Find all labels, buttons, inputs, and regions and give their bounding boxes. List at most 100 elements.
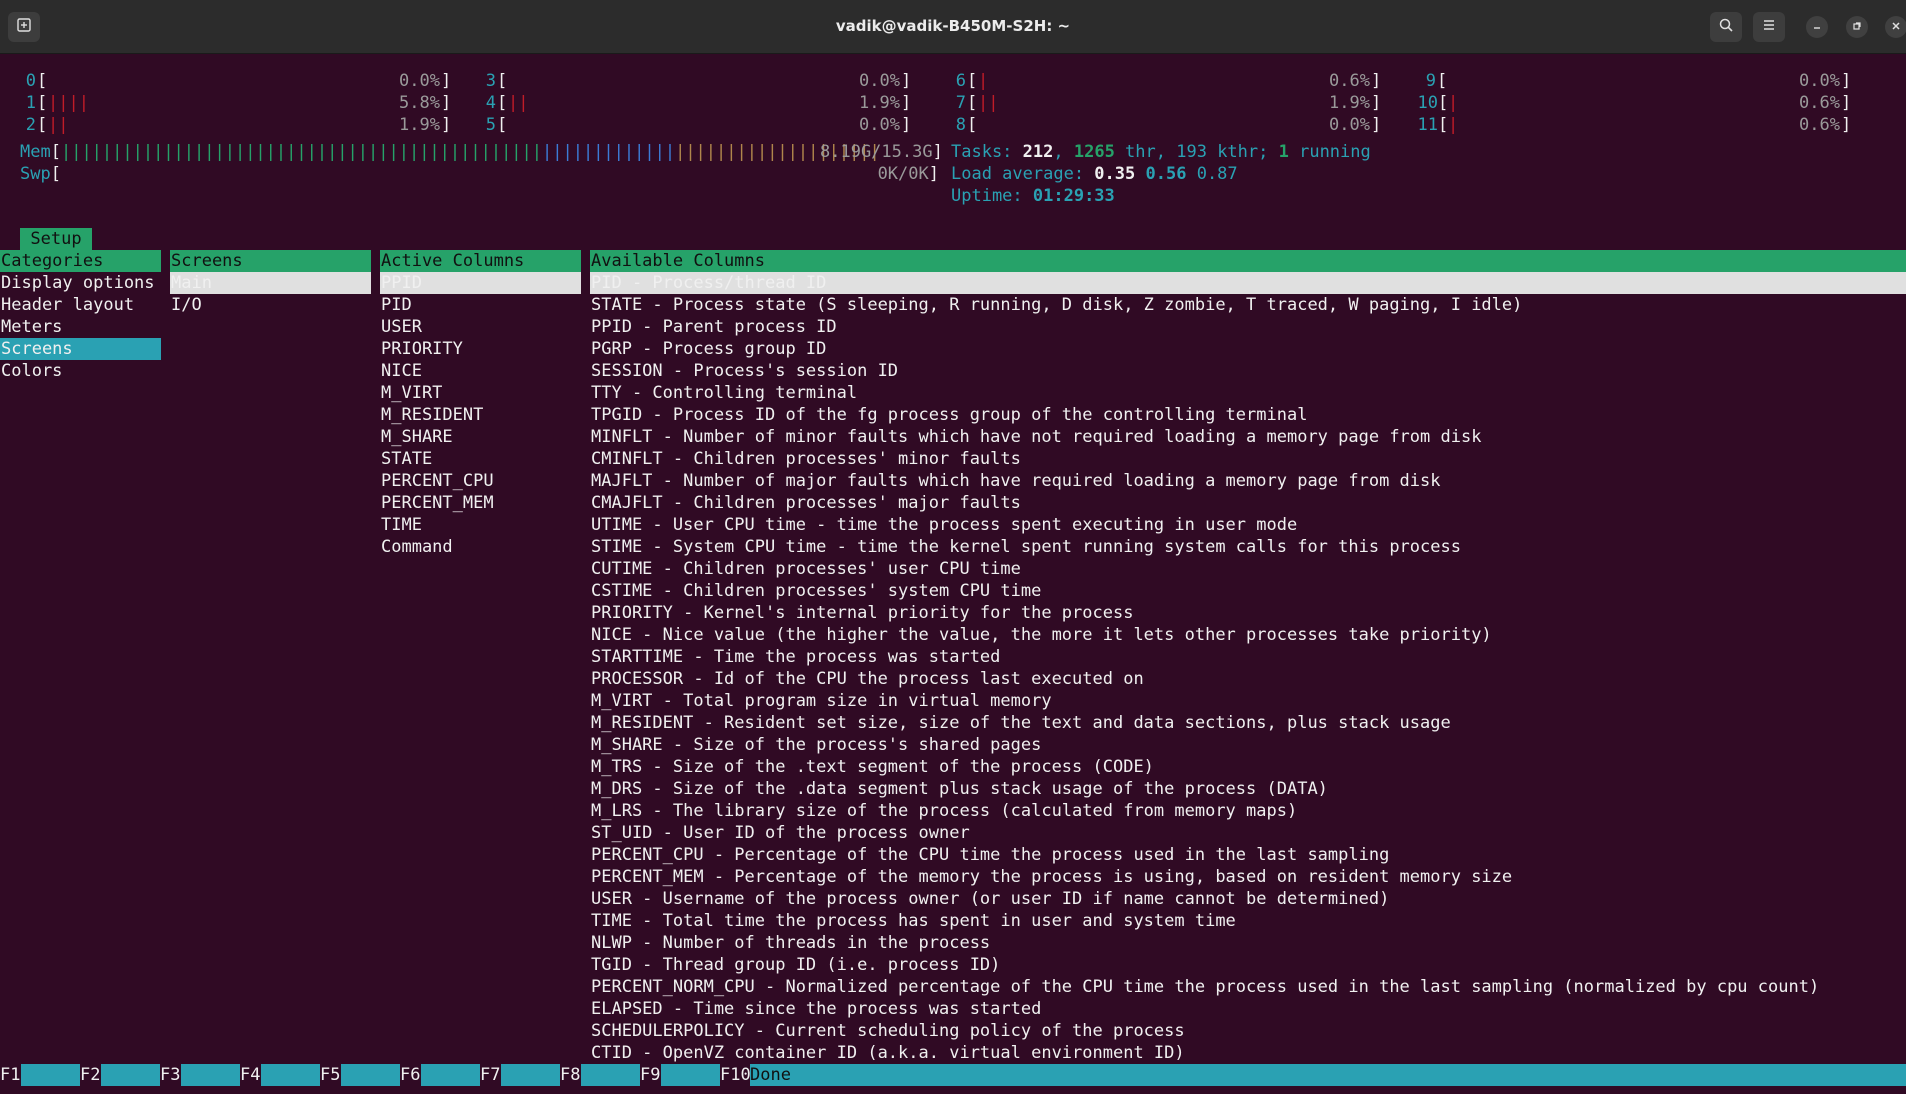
cpu-10-percent: 0.6% <box>1799 93 1840 113</box>
cpu-7-label: 7 <box>955 93 966 113</box>
active-column-item[interactable]: STATE <box>380 448 581 470</box>
fkey-f2-button[interactable] <box>101 1064 160 1086</box>
minimize-button[interactable] <box>1806 16 1828 38</box>
fkey-f6-button[interactable] <box>421 1064 480 1086</box>
available-column-item[interactable]: PERCENT_MEM - Percentage of the memory t… <box>590 866 1906 888</box>
active-column-item[interactable]: PERCENT_MEM <box>380 492 581 514</box>
active-column-item[interactable]: PRIORITY <box>380 338 581 360</box>
category-item[interactable]: Meters <box>0 316 161 338</box>
available-columns-header: Available Columns <box>590 250 1906 272</box>
active-columns-header: Active Columns <box>380 250 581 272</box>
available-column-item[interactable]: PERCENT_NORM_CPU - Normalized percentage… <box>590 976 1906 998</box>
available-column-item[interactable]: NLWP - Number of threads in the process <box>590 932 1906 954</box>
active-column-item[interactable]: TIME <box>380 514 581 536</box>
available-column-item[interactable]: SCHEDULERPOLICY - Current scheduling pol… <box>590 1020 1906 1042</box>
search-button[interactable] <box>1710 12 1742 42</box>
swap-value: 0K/0K <box>877 164 929 184</box>
available-column-item[interactable]: MINFLT - Number of minor faults which ha… <box>590 426 1906 448</box>
menu-button[interactable] <box>1753 12 1785 42</box>
available-column-item[interactable]: PROCESSOR - Id of the CPU the process la… <box>590 668 1906 690</box>
fkey-f9-key: F9 <box>640 1065 661 1085</box>
category-item[interactable]: Display options <box>0 272 161 294</box>
fkey-f1-button[interactable] <box>21 1064 80 1086</box>
active-column-item[interactable]: M_RESIDENT <box>380 404 581 426</box>
available-column-item[interactable]: M_RESIDENT - Resident set size, size of … <box>590 712 1906 734</box>
available-column-item[interactable]: M_TRS - Size of the .text segment of the… <box>590 756 1906 778</box>
available-column-item[interactable]: TPGID - Process ID of the fg process gro… <box>590 404 1906 426</box>
active-column-item[interactable]: PPID <box>380 272 581 294</box>
available-column-item[interactable]: M_LRS - The library size of the process … <box>590 800 1906 822</box>
available-column-item[interactable]: M_SHARE - Size of the process's shared p… <box>590 734 1906 756</box>
available-column-item[interactable]: PRIORITY - Kernel's internal priority fo… <box>590 602 1906 624</box>
available-column-item[interactable]: TIME - Total time the process has spent … <box>590 910 1906 932</box>
available-column-item[interactable]: CMINFLT - Children processes' minor faul… <box>590 448 1906 470</box>
available-column-item[interactable]: TTY - Controlling terminal <box>590 382 1906 404</box>
cpu-6-open-bracket: [ <box>967 71 978 91</box>
available-column-item[interactable]: PPID - Parent process ID <box>590 316 1906 338</box>
cpu-10-close-bracket: ] <box>1841 93 1852 113</box>
active-column-item[interactable]: PERCENT_CPU <box>380 470 581 492</box>
fkey-f8-button[interactable] <box>581 1064 640 1086</box>
cpu-4-bars: || <box>508 93 529 113</box>
category-item[interactable]: Header layout <box>0 294 161 316</box>
available-column-item[interactable]: M_DRS - Size of the .data segment plus s… <box>590 778 1906 800</box>
cpu-6-percent: 0.6% <box>1329 71 1370 91</box>
screen-item[interactable]: Main <box>170 272 371 294</box>
fkey-f10-button[interactable]: Done <box>750 1064 1906 1086</box>
fkey-f3-button[interactable] <box>181 1064 240 1086</box>
available-column-item[interactable]: STATE - Process state (S sleeping, R run… <box>590 294 1906 316</box>
available-column-item[interactable]: MAJFLT - Number of major faults which ha… <box>590 470 1906 492</box>
active-column-item[interactable]: PID <box>380 294 581 316</box>
fkey-f9-button[interactable] <box>661 1064 720 1086</box>
tasks-count: 212 <box>1022 142 1054 162</box>
screen-item[interactable]: I/O <box>170 294 371 316</box>
available-column-item[interactable]: PID - Process/thread ID <box>590 272 1906 294</box>
available-column-item[interactable]: ELAPSED - Time since the process was sta… <box>590 998 1906 1020</box>
active-column-item[interactable]: NICE <box>380 360 581 382</box>
window-title: vadik@vadik-B450M-S2H: ~ <box>835 17 1071 35</box>
available-column-item[interactable]: M_VIRT - Total program size in virtual m… <box>590 690 1906 712</box>
available-column-item[interactable]: STARTTIME - Time the process was started <box>590 646 1906 668</box>
terminal-area[interactable]: 0[0.0%] 1[|||| 5.8%] 2[|| 1.9%] 3[0.0%] 4[|| 1.… <box>0 54 1906 1094</box>
available-column-item[interactable]: TGID - Thread group ID (i.e. process ID) <box>590 954 1906 976</box>
fkey-f1-key: F1 <box>0 1065 21 1085</box>
available-column-item[interactable]: USER - Username of the process owner (or… <box>590 888 1906 910</box>
load-5min: 0.56 <box>1145 164 1187 184</box>
uptime-meter: Uptime: 01:29:33 <box>951 186 1115 206</box>
hamburger-menu-icon <box>1761 17 1777 37</box>
available-column-item[interactable]: CMAJFLT - Children processes' major faul… <box>590 492 1906 514</box>
available-column-item[interactable]: PERCENT_CPU - Percentage of the CPU time… <box>590 844 1906 866</box>
active-column-item[interactable]: M_VIRT <box>380 382 581 404</box>
active-column-item[interactable]: M_SHARE <box>380 426 581 448</box>
close-button[interactable] <box>1885 16 1906 38</box>
active-column-item[interactable]: USER <box>380 316 581 338</box>
available-column-item[interactable]: UTIME - User CPU time - time the process… <box>590 514 1906 536</box>
cpu-10-open-bracket: [ <box>1438 93 1449 113</box>
available-column-item[interactable]: CTID - OpenVZ container ID (a.k.a. virtu… <box>590 1042 1906 1064</box>
cpu-7-bars: || <box>978 93 999 113</box>
available-column-item[interactable]: NICE - Nice value (the higher the value,… <box>590 624 1906 646</box>
fkey-f8-key: F8 <box>560 1065 581 1085</box>
cpu-4-label: 4 <box>485 93 496 113</box>
restore-button[interactable] <box>1846 16 1868 38</box>
available-column-item[interactable]: CUTIME - Children processes' user CPU ti… <box>590 558 1906 580</box>
fkey-f5-button[interactable] <box>341 1064 400 1086</box>
category-item[interactable]: Screens <box>0 338 161 360</box>
active-column-item[interactable]: Command <box>380 536 581 558</box>
available-column-item[interactable]: CSTIME - Children processes' system CPU … <box>590 580 1906 602</box>
available-column-item[interactable]: PGRP - Process group ID <box>590 338 1906 360</box>
available-column-item[interactable]: ST_UID - User ID of the process owner <box>590 822 1906 844</box>
cpu-1-close-bracket: ] <box>441 93 452 113</box>
setup-tab[interactable]: Setup <box>20 228 92 250</box>
cpu-9-percent: 0.0% <box>1799 71 1840 91</box>
category-item[interactable]: Colors <box>0 360 161 382</box>
fkey-f4-button[interactable] <box>261 1064 320 1086</box>
available-column-item[interactable]: SESSION - Process's session ID <box>590 360 1906 382</box>
fkey-f7-button[interactable] <box>501 1064 560 1086</box>
swap-meter: Swp[ <box>20 164 61 184</box>
cpu-2-label: 2 <box>25 115 36 135</box>
available-column-item[interactable]: STIME - System CPU time - time the kerne… <box>590 536 1906 558</box>
fkey-f10-key: F10 <box>720 1065 751 1085</box>
cpu-9-open-bracket: [ <box>1437 71 1448 91</box>
fkey-f7-key: F7 <box>480 1065 501 1085</box>
